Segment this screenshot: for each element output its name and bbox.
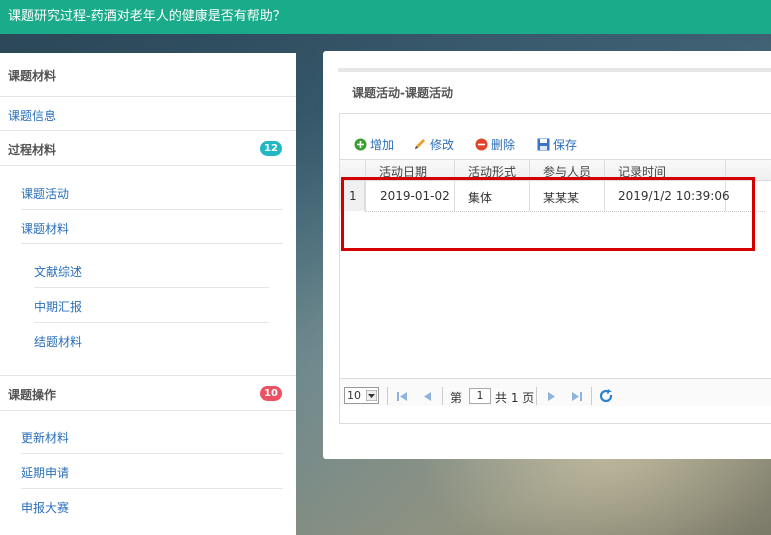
section-title: 过程材料 (8, 143, 57, 157)
delete-icon (475, 138, 488, 151)
divider (34, 322, 269, 323)
edit-button[interactable]: 修改 (413, 136, 454, 153)
divider (0, 96, 296, 97)
section-title: 课题操作 (8, 388, 57, 402)
last-page-icon[interactable] (571, 391, 583, 402)
section-course-materials[interactable]: 课题材料 (0, 67, 296, 84)
divider (0, 410, 296, 411)
page-title: 课题研究过程-药酒对老年人的健康是否有帮助？ (8, 9, 286, 24)
grid-toolbar: 增加 修改 删除 保存 (340, 129, 771, 159)
sidebar-item-update-materials[interactable]: 更新材料 (21, 429, 69, 446)
add-icon (354, 138, 367, 151)
page-number-input[interactable]: 1 (469, 388, 491, 404)
sidebar-item-extension-request[interactable]: 延期申请 (21, 464, 69, 481)
prev-page-icon[interactable] (422, 391, 432, 402)
page-total: 共 1 页 (495, 391, 535, 405)
chevron-down-icon (366, 390, 377, 401)
divider (0, 130, 296, 131)
save-label: 保存 (553, 138, 578, 152)
page-number-value: 1 (476, 389, 484, 402)
page-prefix: 第 (450, 391, 463, 405)
panel-title: 课题活动-课题活动 (352, 86, 453, 100)
section-title: 课题材料 (8, 69, 57, 83)
data-grid: 增加 修改 删除 保存 活动日期 活动形式 参与人员 记录时间 1 2019-0… (339, 113, 771, 424)
section-course-operations[interactable]: 课题操作 (0, 386, 296, 403)
divider (21, 243, 283, 244)
sidebar-item-competition[interactable]: 申报大赛 (21, 499, 69, 516)
delete-button[interactable]: 删除 (475, 136, 515, 153)
sidebar-item-activities[interactable]: 课题活动 (21, 185, 69, 202)
top-title-bar: 课题研究过程-药酒对老年人的健康是否有帮助？ (0, 0, 771, 34)
save-button[interactable]: 保存 (537, 136, 577, 153)
pager-separator (536, 387, 537, 405)
main-panel: 课题活动-课题活动 增加 修改 删除 保存 活动日期 活动形式 参与人员 记录时… (323, 51, 771, 459)
count-badge: 10 (260, 386, 282, 401)
delete-label: 删除 (491, 138, 516, 152)
divider (34, 287, 269, 288)
pager-separator (591, 387, 592, 405)
sidebar: 课题材料 课题信息 过程材料 12 课题活动 课题材料 文献综述 中期汇报 结题… (0, 53, 296, 535)
divider (0, 165, 296, 166)
sidebar-item-literature-review[interactable]: 文献综述 (34, 263, 82, 280)
divider (21, 453, 283, 454)
section-process-materials[interactable]: 过程材料 (0, 141, 296, 158)
sidebar-item-course-info[interactable]: 课题信息 (8, 107, 56, 124)
page-size-value: 10 (347, 389, 361, 402)
save-icon (537, 138, 550, 151)
divider (21, 209, 283, 210)
edit-label: 修改 (430, 138, 455, 152)
count-badge: 12 (260, 141, 282, 156)
divider (0, 375, 296, 376)
sidebar-item-midterm-report[interactable]: 中期汇报 (34, 298, 82, 315)
red-highlight-box (341, 177, 755, 251)
refresh-icon[interactable] (599, 389, 613, 403)
pager-separator (387, 387, 388, 405)
divider (21, 488, 283, 489)
sidebar-item-final-materials[interactable]: 结题材料 (34, 333, 82, 350)
pencil-icon (415, 139, 425, 149)
panel-top-line (338, 68, 771, 72)
page-size-select[interactable]: 10 (344, 387, 379, 404)
add-label: 增加 (370, 138, 395, 152)
next-page-icon[interactable] (547, 391, 557, 402)
sidebar-item-materials[interactable]: 课题材料 (21, 220, 69, 237)
add-button[interactable]: 增加 (354, 136, 394, 153)
pager-separator (442, 387, 443, 405)
first-page-icon[interactable] (396, 391, 408, 402)
pagination-bar: 10 第 1 共 1 页 (340, 378, 771, 406)
